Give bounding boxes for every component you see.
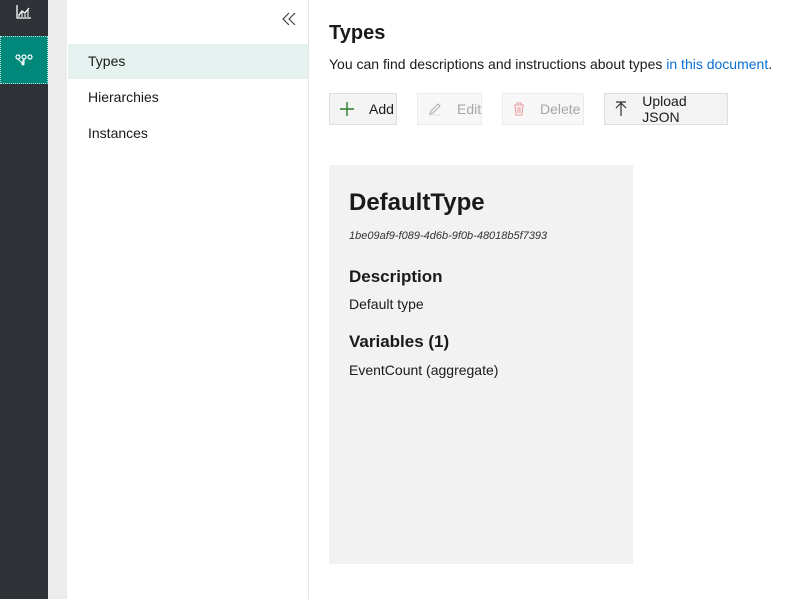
rail-analytics-button[interactable] bbox=[0, 0, 48, 36]
double-chevron-left-icon bbox=[282, 12, 296, 26]
collapse-panel-button[interactable] bbox=[279, 9, 299, 29]
types-main-panel: Types You can find descriptions and inst… bbox=[309, 0, 799, 599]
pencil-icon bbox=[428, 101, 442, 117]
variables-heading: Variables (1) bbox=[349, 332, 450, 351]
upload-arrow-icon bbox=[615, 101, 627, 117]
nav-item-types[interactable]: Types bbox=[68, 44, 308, 79]
panel-gutter bbox=[48, 0, 67, 599]
page-title: Types bbox=[329, 22, 386, 44]
delete-button[interactable]: Delete bbox=[502, 93, 584, 125]
upload-json-button[interactable]: Upload JSON bbox=[604, 93, 728, 125]
page-subtitle: You can find descriptions and instructio… bbox=[329, 56, 772, 72]
add-button-label: Add bbox=[369, 101, 394, 117]
upload-json-button-label: Upload JSON bbox=[642, 93, 687, 125]
edit-button[interactable]: Edit bbox=[417, 93, 482, 125]
nav-item-hierarchies[interactable]: Hierarchies bbox=[68, 80, 308, 115]
subtitle-text: You can find descriptions and instructio… bbox=[329, 56, 667, 72]
edit-button-label: Edit bbox=[457, 101, 482, 117]
model-hierarchy-icon bbox=[15, 54, 33, 66]
rail-model-button[interactable] bbox=[0, 36, 48, 84]
type-id: 1be09af9-f089-4d6b-9f0b-48018b5f7393 bbox=[349, 230, 548, 242]
chart-icon bbox=[16, 5, 31, 19]
delete-button-label: Delete bbox=[540, 101, 581, 117]
subtitle-end: . bbox=[768, 56, 773, 72]
model-nav-panel: Types Hierarchies Instances bbox=[67, 0, 309, 599]
type-description: Default type bbox=[349, 296, 424, 312]
type-card[interactable]: DefaultType 1be09af9-f089-4d6b-9f0b-4801… bbox=[329, 165, 633, 564]
trash-icon bbox=[513, 101, 525, 117]
add-button[interactable]: Add bbox=[329, 93, 397, 125]
description-heading: Description bbox=[349, 267, 443, 286]
plus-icon bbox=[340, 101, 354, 117]
variable-item: EventCount (aggregate) bbox=[349, 362, 499, 378]
documentation-link[interactable]: in this document bbox=[666, 56, 768, 72]
type-name: DefaultType bbox=[349, 189, 485, 216]
nav-item-instances[interactable]: Instances bbox=[68, 116, 308, 151]
app-rail bbox=[0, 0, 48, 599]
